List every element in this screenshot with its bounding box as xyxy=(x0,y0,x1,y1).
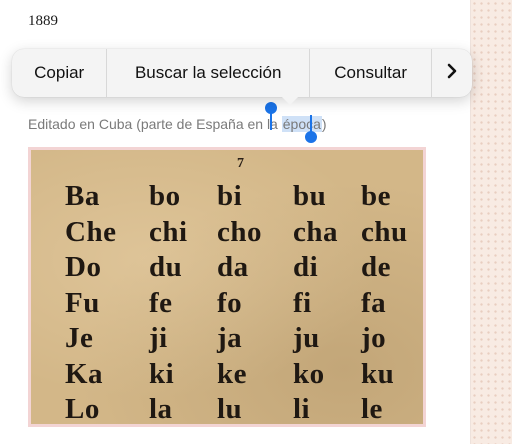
syllable-row: Ka ki ke ko ku xyxy=(31,358,423,392)
search-selection-button[interactable]: Buscar la selección xyxy=(107,49,311,97)
syllable: chu xyxy=(361,215,408,248)
more-options-button[interactable] xyxy=(432,49,472,97)
syllable-row: Je ji ja ju jo xyxy=(31,322,423,356)
syllable: Je xyxy=(65,322,94,354)
syllable: Che xyxy=(65,215,117,248)
syllable: jo xyxy=(361,322,387,354)
syllable: fe xyxy=(149,286,173,319)
syllable: de xyxy=(361,251,391,283)
document-caption: Editado en Cuba (parte de España en la é… xyxy=(28,116,327,132)
syllable: le xyxy=(361,393,383,425)
syllable: Fu xyxy=(65,286,100,319)
text-selection-context-menu: Copiar Buscar la selección Consultar xyxy=(12,49,472,97)
syllable: ji xyxy=(149,322,168,354)
selection-start-handle[interactable] xyxy=(265,102,277,114)
syllable: chi xyxy=(149,215,188,248)
syllable: fa xyxy=(361,286,387,319)
syllable: ko xyxy=(293,357,325,390)
caption-text-before: Editado en Cuba (parte de España en la xyxy=(28,116,282,132)
syllable: cho xyxy=(217,215,262,248)
selection-end-handle[interactable] xyxy=(305,131,317,143)
syllable-row: Fu fe fo fi fa xyxy=(31,287,423,321)
syllable: bo xyxy=(149,180,181,212)
syllable: Ka xyxy=(65,357,104,390)
syllable: fi xyxy=(293,286,312,319)
look-up-button[interactable]: Consultar xyxy=(310,49,433,97)
syllable: lu xyxy=(217,393,243,425)
chevron-right-icon xyxy=(446,63,458,84)
syllable: ki xyxy=(149,357,175,390)
syllable-row: Lo la lu li le xyxy=(31,393,423,425)
syllable-row: Ba bo bi bu be xyxy=(31,180,423,214)
syllable: ku xyxy=(361,357,395,390)
syllable: Ba xyxy=(65,180,100,212)
document-year: 1889 xyxy=(28,13,58,29)
context-menu-pointer xyxy=(281,96,299,105)
syllable: Do xyxy=(65,251,102,283)
syllable: ju xyxy=(293,322,320,354)
side-margin-pattern xyxy=(470,0,512,444)
syllable: Lo xyxy=(65,393,100,425)
syllable: be xyxy=(361,180,391,212)
selected-text[interactable]: época xyxy=(281,116,322,132)
page-number: 7 xyxy=(237,156,244,171)
syllable: bi xyxy=(217,180,243,212)
syllable: bu xyxy=(293,180,327,212)
syllable: li xyxy=(293,393,311,425)
syllable-row: Do du da di de xyxy=(31,251,423,285)
syllable: ke xyxy=(217,357,247,390)
syllable-row: Che chi cho cha chu xyxy=(31,216,423,250)
syllable: fo xyxy=(217,286,243,319)
caption-text-after: ) xyxy=(321,116,327,132)
syllable: di xyxy=(293,251,319,283)
syllable: da xyxy=(217,251,249,283)
syllable: cha xyxy=(293,215,338,248)
syllable: du xyxy=(149,251,183,283)
syllable: la xyxy=(149,393,173,425)
syllable-chart-image: 7 Ba bo bi bu be Che chi cho cha chu Do du da di de Fu f… xyxy=(28,147,426,427)
copy-button[interactable]: Copiar xyxy=(12,49,108,97)
syllable: ja xyxy=(217,322,243,354)
